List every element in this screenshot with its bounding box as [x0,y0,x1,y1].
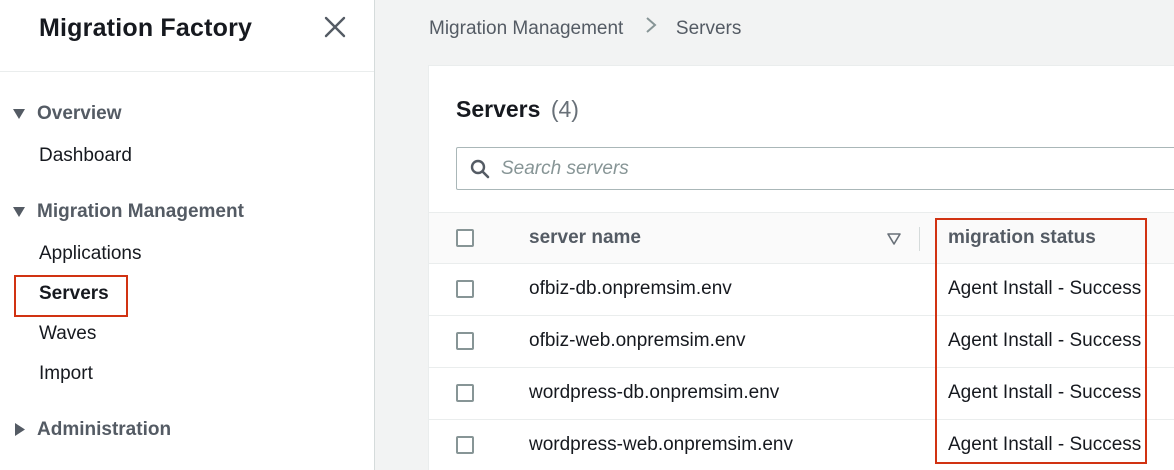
table-row[interactable]: ofbiz-db.onpremsim.env Agent Install - S… [429,264,1174,316]
caret-down-icon [13,109,25,119]
search-box[interactable] [456,147,1174,190]
migration-status-cell: Agent Install - Success [948,434,1142,455]
column-header-server-name[interactable]: server name [529,227,641,249]
sidebar-item-applications[interactable]: Applications [39,243,141,265]
select-all-checkbox[interactable] [456,229,474,247]
column-header-migration-status[interactable]: migration status [948,227,1096,249]
page-title-text: Servers [456,96,541,122]
server-name-cell: wordpress-web.onpremsim.env [529,434,793,455]
sidebar-item-dashboard[interactable]: Dashboard [39,145,132,167]
search-icon [470,159,490,179]
table-row[interactable]: wordpress-web.onpremsim.env Agent Instal… [429,420,1174,470]
breadcrumb-item-servers: Servers [675,17,742,39]
server-name-cell: ofbiz-db.onpremsim.env [529,278,732,299]
sidebar-section-label: Migration Management [37,201,244,222]
server-name-cell: wordpress-db.onpremsim.env [529,382,780,403]
migration-status-cell: Agent Install - Success [948,330,1142,351]
row-checkbox[interactable] [456,436,474,454]
highlight-box-servers [14,275,128,317]
breadcrumb-item-migration-management[interactable]: Migration Management [429,18,623,40]
table-row[interactable]: wordpress-db.onpremsim.env Agent Install… [429,368,1174,420]
search-input[interactable] [501,148,1101,189]
close-icon[interactable] [322,14,348,40]
sidebar-section-label: Overview [37,103,122,124]
server-count: (4) [550,96,579,122]
sidebar-title: Migration Factory [39,14,253,42]
sidebar-item-import[interactable]: Import [39,363,93,385]
breadcrumb: Migration Management Servers [429,16,741,40]
column-divider[interactable] [919,227,920,251]
servers-panel: Servers (4) server name migration status… [428,65,1174,470]
chevron-right-icon [645,17,657,33]
row-checkbox[interactable] [456,384,474,402]
page-title: Servers (4) [456,96,579,123]
table-header: server name migration status [429,212,1174,264]
sort-desc-icon[interactable] [887,233,901,245]
sidebar-header: Migration Factory [0,0,374,72]
caret-right-icon [15,423,25,436]
migration-status-cell: Agent Install - Success [948,382,1142,403]
sidebar-item-waves[interactable]: Waves [39,323,96,345]
migration-status-cell: Agent Install - Success [948,278,1142,299]
row-checkbox[interactable] [456,280,474,298]
sidebar: Migration Factory Overview Dashboard Mig… [0,0,375,470]
row-checkbox[interactable] [456,332,474,350]
caret-down-icon [13,207,25,217]
table-row[interactable]: ofbiz-web.onpremsim.env Agent Install - … [429,316,1174,368]
sidebar-section-label: Administration [37,419,172,440]
server-name-cell: ofbiz-web.onpremsim.env [529,330,746,351]
